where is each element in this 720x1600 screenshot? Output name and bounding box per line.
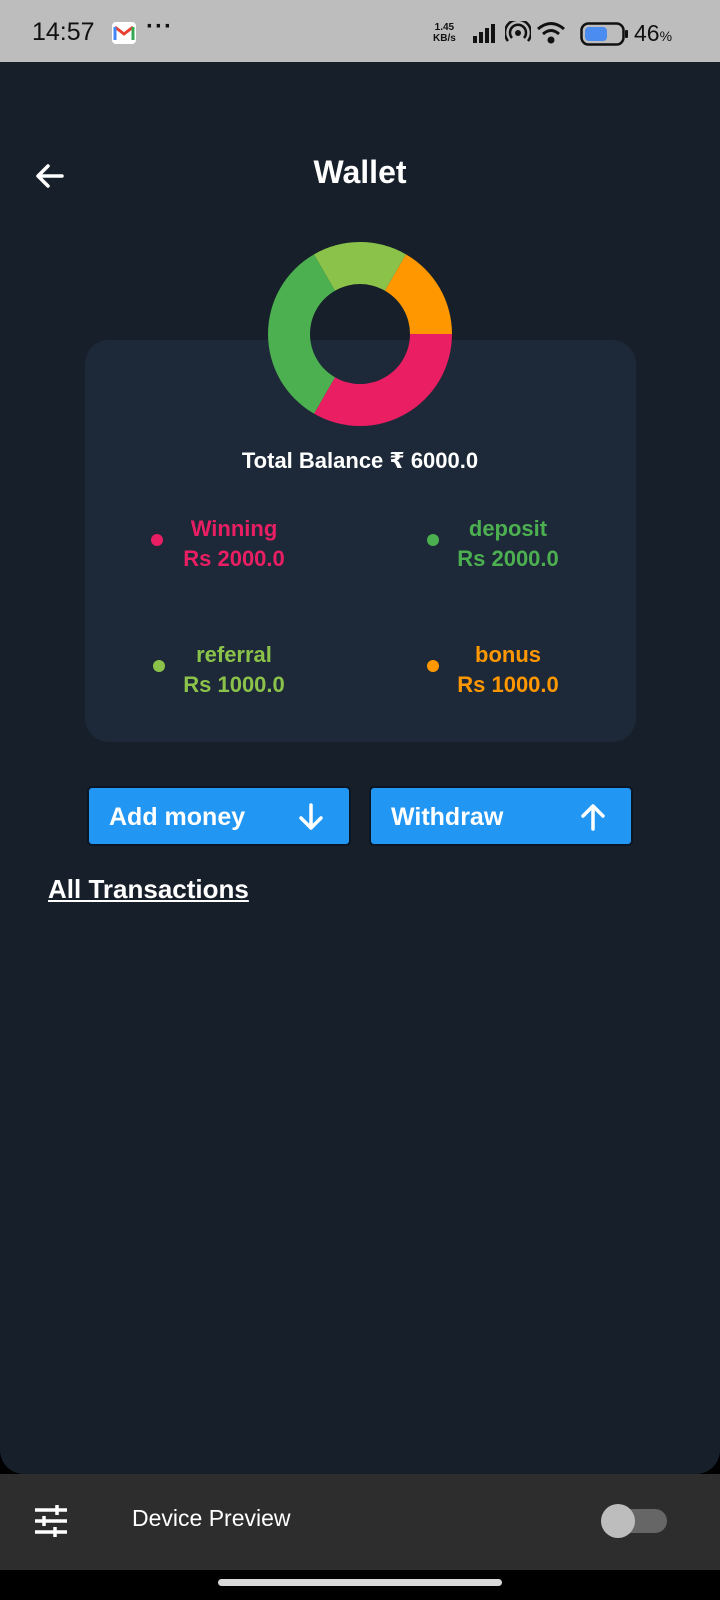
toggle-knob — [601, 1504, 635, 1538]
add-money-label: Add money — [109, 803, 246, 831]
sliders-icon[interactable] — [33, 1504, 69, 1543]
winning-dot-icon — [151, 534, 163, 546]
home-indicator[interactable] — [218, 1579, 502, 1586]
network-speed: 1.45 KB/s — [433, 22, 456, 44]
stat-winning: Winning Rs 2000.0 — [134, 514, 334, 574]
more-notifications-icon: ··· — [146, 13, 173, 40]
stat-bonus: bonus Rs 1000.0 — [408, 640, 608, 700]
referral-dot-icon — [153, 660, 165, 672]
stat-referral: referral Rs 1000.0 — [134, 640, 334, 700]
stat-winning-label: Winning — [190, 516, 278, 541]
donut-slice-winning — [314, 334, 452, 426]
device-preview-label: Device Preview — [132, 1505, 291, 1531]
stat-winning-amount: Rs 2000.0 — [183, 546, 285, 571]
stat-deposit-amount: Rs 2000.0 — [457, 546, 559, 571]
bonus-dot-icon — [427, 660, 439, 672]
wifi-icon — [537, 21, 565, 50]
gmail-icon — [112, 22, 136, 44]
device-preview-toggle[interactable] — [601, 1504, 667, 1538]
stat-referral-amount: Rs 1000.0 — [183, 672, 285, 697]
hotspot-icon — [503, 18, 533, 50]
stat-bonus-amount: Rs 1000.0 — [457, 672, 559, 697]
status-bar: 14:57 ··· 1.45 KB/s 46% — [0, 0, 720, 62]
battery-percent: 46% — [634, 20, 673, 46]
donut-slice-deposit — [268, 254, 335, 414]
signal-icon — [472, 24, 496, 49]
balance-donut-chart — [268, 242, 452, 426]
navigation-area — [0, 1570, 720, 1600]
deposit-dot-icon — [427, 534, 439, 546]
arrow-down-icon — [295, 801, 327, 833]
device-preview-bar: Device Preview — [0, 1474, 720, 1570]
arrow-up-icon — [577, 801, 609, 833]
status-time: 14:57 — [32, 18, 95, 46]
page-title: Wallet — [313, 154, 407, 190]
withdraw-label: Withdraw — [391, 803, 504, 831]
stat-deposit: deposit Rs 2000.0 — [408, 514, 608, 574]
withdraw-button[interactable]: Withdraw — [369, 786, 633, 846]
total-balance: Total Balance ₹ 6000.0 — [241, 448, 479, 473]
add-money-button[interactable]: Add money — [87, 786, 351, 846]
battery-icon — [580, 22, 630, 51]
wallet-screen: Wallet Total Balance ₹ 6000.0 Winning Rs… — [0, 62, 720, 1474]
all-transactions-link[interactable]: All Transactions — [48, 874, 249, 905]
